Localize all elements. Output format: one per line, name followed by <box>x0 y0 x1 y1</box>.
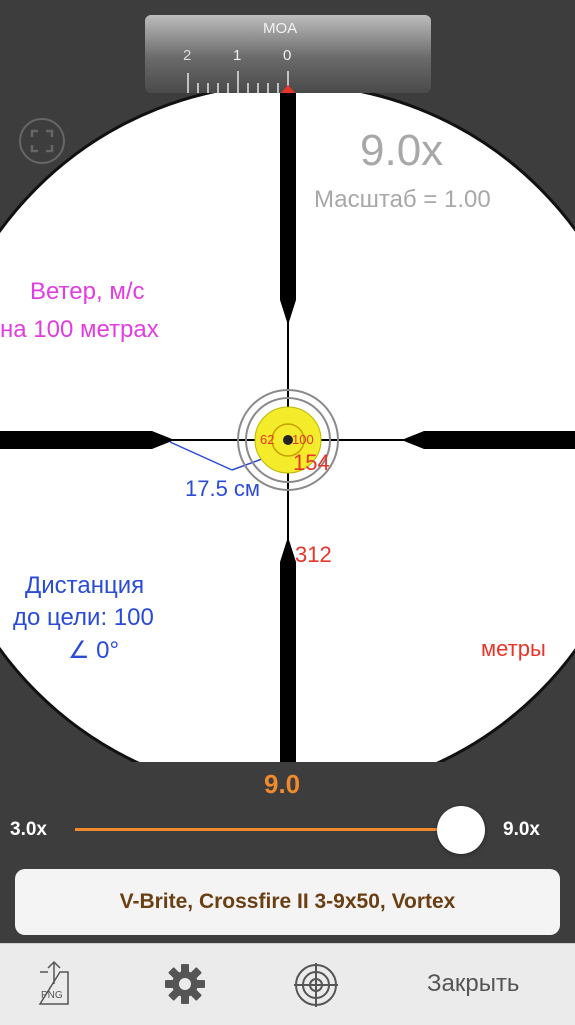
settings-button[interactable] <box>164 963 206 1005</box>
png-label: PNG <box>41 990 63 1001</box>
scope-name-button[interactable]: V-Brite, Crossfire II 3-9x50, Vortex <box>15 869 560 935</box>
scope-view[interactable]: 9.0x Масштаб = 1.00 Ветер, м/с на 100 ме… <box>0 0 575 762</box>
moa-scale[interactable]: MOA 2 1 0 <box>145 15 431 93</box>
zoom-slider-track[interactable] <box>75 828 461 831</box>
width-measure-label: 17.5 см <box>185 476 261 501</box>
zoom-max-label: 9.0x <box>503 819 540 840</box>
angle-label: ∠ 0° <box>68 637 120 664</box>
zoom-min-label: 3.0x <box>10 819 47 840</box>
distance-label: Дистанция <box>25 572 145 599</box>
magnification-label: 9.0x <box>360 126 444 175</box>
units-label: метры <box>481 636 546 661</box>
zoom-value: 9.0 <box>264 769 301 799</box>
zoom-slider-thumb[interactable] <box>437 806 485 854</box>
bottom-toolbar: PNG Закрыть <box>0 943 575 1025</box>
target-button[interactable] <box>294 963 338 1007</box>
right-post <box>404 431 575 449</box>
export-png-button[interactable]: PNG <box>36 960 72 1006</box>
scale-label: Масштаб = 1.00 <box>314 186 491 213</box>
bottom-post <box>280 540 296 762</box>
gear-icon <box>165 964 205 1004</box>
target-icon <box>294 963 338 1007</box>
target-left-value: 62 <box>260 432 275 447</box>
wind-label: Ветер, м/с <box>30 278 145 305</box>
target-below-value: 154 <box>293 450 330 475</box>
fullscreen-icon[interactable] <box>18 117 66 165</box>
moa-marker <box>281 85 295 93</box>
distance-value-label: до цели: 100 <box>13 604 154 631</box>
post-value: 312 <box>295 542 332 567</box>
close-button[interactable]: Закрыть <box>427 970 519 998</box>
top-post <box>280 84 296 322</box>
target-right-value: 100 <box>292 432 314 447</box>
left-post <box>0 431 172 449</box>
wind-distance-label: на 100 метрах <box>0 316 159 343</box>
moa-ticks <box>187 71 295 93</box>
